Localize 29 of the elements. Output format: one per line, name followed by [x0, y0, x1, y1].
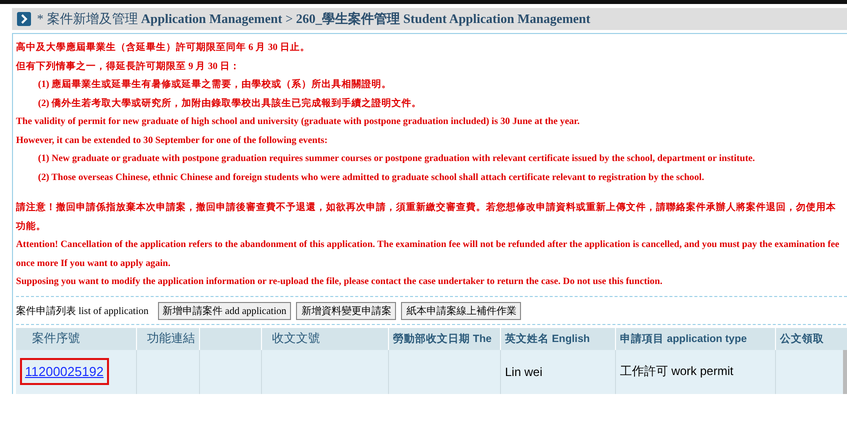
notice-text: 高中及大學應屆畢業生（含延畢生）許可期限至同年 6 月 30 日止。	[16, 40, 311, 55]
breadcrumb-text: * 案件新增及管理 Application Management > 260_學生案件管理 Student Application Management	[37, 10, 590, 28]
column-header: 英文姓名 English	[501, 328, 616, 350]
column-header	[200, 328, 262, 350]
notice-text: The validity of permit for new graduate of high school and university (graduate with postpone graduation included) is 30 June at the year.	[16, 115, 581, 129]
attention-text: Supposing you want to modify the application information or re-upload the file, please contact the case undertaker to return the case. Do not use this function.	[16, 275, 664, 289]
chevron-icon	[17, 12, 31, 26]
column-header: 收文文號	[262, 328, 389, 350]
notice-text: However, it can be extended to 30 September for one of the following events:	[16, 134, 329, 148]
toolbar-button[interactable]: 紙本申請案線上補件作業	[401, 302, 522, 320]
case-number-link[interactable]: 11200025192	[20, 358, 109, 385]
column-header: 申請項目 application type	[616, 328, 776, 350]
notice-text: (1) 應屆畢業生或延畢生有暑修或延畢之需要，由學校或（系）所出具相關證明。	[37, 78, 393, 92]
column-header: 功能連結	[137, 328, 200, 350]
column-header: 勞動部收文日期 The	[389, 328, 501, 350]
list-label: 案件申請列表 list of application	[16, 304, 148, 318]
notice-text: (1) New graduate or graduate with postpone graduation requires summer courses or postpone graduation with relevant certificate issued by the school, department or institute.	[37, 152, 756, 166]
toolbar-button[interactable]: 新增申請案件 add application	[158, 302, 292, 320]
attention-text: Attention! Cancellation of the application refers to the abandonment of this application. The examination fee will not be refunded after the application is cancelled, and you must pay the examination fee once more If you want to apply again.	[16, 238, 840, 270]
table-cell: Lin wei	[501, 350, 616, 394]
notice-text: 但有下列情事之一，得延長許可期限至 9 月 30 日：	[16, 60, 241, 74]
table-cell	[200, 350, 262, 394]
column-header: 公文領取	[776, 328, 847, 350]
notice-text: (2) Those overseas Chinese, ethnic Chinese and foreign students who were admitted to graduate school shall attach certificate relevant to registration by the school.	[37, 170, 706, 184]
notice-text: (2) 僑外生若考取大學或研究所，加附由錄取學校出具該生已完成報到手續之證明文件。	[37, 96, 423, 110]
table-cell: 工作許可 work permit	[616, 350, 776, 394]
column-header: 案件序號	[16, 328, 137, 350]
toolbar-button[interactable]: 新增資料變更申請案	[296, 302, 396, 320]
attention-text: 請注意！撤回申請係指放棄本次申請案，撤回申請後審查費不予退還，如欲再次申請，須重新繳交審查費。若您想修改申請資料或重新上傳文件，請聯絡案件承辦人將案件退回，勿使用本功能。	[16, 200, 837, 234]
